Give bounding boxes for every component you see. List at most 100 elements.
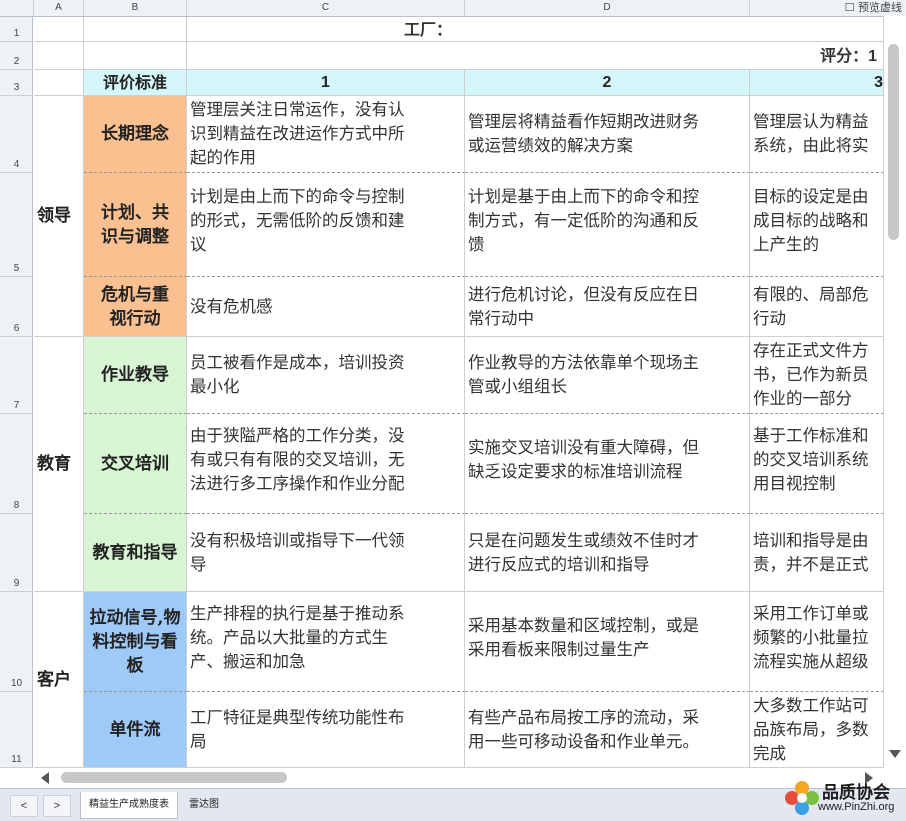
text-line: 或运营绩效的解决方案 (468, 136, 633, 155)
preview-dashes-label: 预览虚线 (858, 1, 902, 14)
criterion-cross-training-level-2[interactable]: 实施交叉培训没有重大障碍，但 缺乏设定要求的标准培训流程 (465, 414, 750, 514)
criterion-education-coaching-level-3[interactable]: 培训和指导是由 责，并不是正式 (750, 514, 884, 592)
text-line: 计划是基于由上而下的命令和控 (468, 187, 699, 206)
text-line: 缺乏设定要求的标准培训流程 (468, 461, 683, 481)
scroll-left-arrow-icon[interactable] (41, 772, 49, 784)
criterion-planning-level-1[interactable]: 计划是由上而下的命令与控制 的形式，无需低阶的反馈和建议 (187, 173, 465, 277)
criterion-education-coaching[interactable]: 教育和指导 (84, 514, 187, 592)
criterion-pull-signal-level-2[interactable]: 采用基本数量和区域控制，或是 采用看板来限制过量生产 (465, 592, 750, 692)
row-header-2[interactable]: 2 (0, 42, 33, 70)
column-header-c[interactable]: C (187, 0, 465, 16)
tab-radar-chart[interactable]: 雷达图 (181, 792, 227, 818)
scroll-down-arrow-icon[interactable] (889, 750, 901, 758)
row-header-5[interactable]: 5 (0, 173, 33, 277)
horizontal-scrollbar[interactable] (33, 768, 884, 788)
next-sheet-button[interactable]: > (43, 795, 71, 817)
criteria-header[interactable]: 评价标准 (84, 70, 187, 96)
text-line: 有限的、局部危 (753, 284, 869, 304)
criterion-crisis[interactable]: 危机与重视行动 (84, 277, 187, 337)
criterion-long-term-level-3[interactable]: 管理层认为精益 系统，由此将实 (750, 96, 884, 173)
criterion-job-instruction-level-3[interactable]: 存在正式文件方 书，已作为新员 作业的一部分 (750, 337, 884, 414)
row-header-9[interactable]: 9 (0, 514, 33, 592)
criterion-job-instruction-level-1[interactable]: 员工被看作是成本，培训投资 最小化 (187, 337, 465, 414)
text-line: 进行反应式的培训和指导 (468, 554, 650, 574)
criterion-planning-level-2[interactable]: 计划是基于由上而下的命令和控 制方式，有一定低阶的沟通和反馈 (465, 173, 750, 277)
text-line: 计划是由上而下的命令与控制 (190, 187, 405, 206)
criterion-job-instruction-level-2[interactable]: 作业教导的方法依靠单个现场主 管或小组组长 (465, 337, 750, 414)
cell-a1[interactable] (34, 17, 84, 42)
row-number: 5 (13, 263, 20, 274)
score-cell[interactable]: 评分：1 (187, 42, 884, 70)
select-all-corner[interactable] (0, 0, 34, 16)
criterion-crisis-level-1[interactable]: 没有危机感 (187, 277, 465, 337)
text-line: 馈 (468, 235, 485, 254)
text-line: 频繁的小批量拉 (753, 627, 869, 647)
row-header-3[interactable]: 3 (0, 70, 33, 96)
text-line: 书，已作为新员 (753, 365, 869, 384)
vertical-scroll-thumb[interactable] (888, 44, 899, 240)
criterion-planning[interactable]: 计划、共识与调整 (84, 173, 187, 277)
criterion-job-instruction[interactable]: 作业教导 (84, 337, 187, 414)
text-line: 培训和指导是由 (753, 530, 869, 550)
text-line: 常行动中 (468, 308, 534, 328)
criterion-education-coaching-level-1[interactable]: 没有积极培训或指导下一代领导 (187, 514, 465, 592)
page-preview-icon: ☐ (844, 1, 855, 14)
criterion-cross-training[interactable]: 交叉培训 (84, 414, 187, 514)
factory-cell[interactable]: 工厂： (187, 17, 884, 42)
category-education[interactable]: 教育 (34, 337, 84, 592)
criterion-one-piece-flow-level-1[interactable]: 工厂特征是典型传统功能性布局 (187, 692, 465, 768)
factory-label: 工厂： (404, 20, 453, 39)
row-header-8[interactable]: 8 (0, 414, 33, 514)
criterion-one-piece-flow[interactable]: 单件流 (84, 692, 187, 768)
row-header-10[interactable]: 10 (0, 592, 33, 692)
criterion-long-term-level-2[interactable]: 管理层将精益看作短期改进财务 或运营绩效的解决方案 (465, 96, 750, 173)
text-line: 存在正式文件方 (753, 341, 869, 360)
criterion-pull-signal-level-3[interactable]: 采用工作订单或 频繁的小批量拉 流程实施从超级 (750, 592, 884, 692)
text-line: 议 (190, 235, 207, 254)
criterion-crisis-level-3[interactable]: 有限的、局部危 行动 (750, 277, 884, 337)
text-line: 系统，由此将实 (753, 136, 869, 155)
criterion-long-term[interactable]: 长期理念 (84, 96, 187, 173)
row-header-1[interactable]: 1 (0, 17, 33, 42)
text-line: 行动 (753, 308, 786, 328)
prev-sheet-button[interactable]: < (10, 795, 38, 817)
vertical-scrollbar[interactable] (884, 16, 906, 768)
row-number: 1 (13, 28, 20, 39)
category-leadership[interactable]: 领导 (34, 96, 84, 337)
text-line: 识到精益在改进运作方式中所 (190, 124, 405, 143)
row-header-6[interactable]: 6 (0, 277, 33, 337)
criterion-one-piece-flow-level-2[interactable]: 有些产品布局按工序的流动，采 用一些可移动设备和作业单元。 (465, 692, 750, 768)
cell-a3[interactable] (34, 70, 84, 96)
cell-b1[interactable] (84, 17, 187, 42)
cell-a2[interactable] (34, 42, 84, 70)
tab-maturity-table[interactable]: 精益生产成熟度表 (80, 792, 178, 819)
criterion-crisis-level-2[interactable]: 进行危机讨论，但没有反应在日 常行动中 (465, 277, 750, 337)
horizontal-scroll-thumb[interactable] (61, 772, 287, 783)
text-line: 有或只有有限的交叉培训，无 (190, 449, 405, 469)
row-header-7[interactable]: 7 (0, 337, 33, 414)
criterion-pull-signal[interactable]: 拉动信号,物料控制与看板 (84, 592, 187, 692)
criterion-one-piece-flow-level-3[interactable]: 大多数工作站可 品族布局，多数 完成 (750, 692, 884, 768)
column-header-a[interactable]: A (34, 0, 84, 16)
row-header-4[interactable]: 4 (0, 96, 33, 173)
criterion-education-coaching-level-2[interactable]: 只是在问题发生或绩效不佳时才 进行反应式的培训和指导 (465, 514, 750, 592)
row-header-11[interactable]: 11 (0, 692, 33, 768)
text-line: 实施交叉培训没有重大障碍，但 (468, 437, 699, 457)
category-customer[interactable]: 客户 (34, 592, 84, 768)
level-3-header[interactable]: 3 (750, 70, 884, 96)
criterion-pull-signal-level-1[interactable]: 生产排程的执行是基于推动系 统。产品以大批量的方式生 产、搬运和加急 (187, 592, 465, 692)
criterion-long-term-level-1[interactable]: 管理层关注日常运作，没有认 识到精益在改进运作方式中所 起的作用 (187, 96, 465, 173)
row-number: 4 (13, 159, 20, 170)
criterion-cross-training-level-1[interactable]: 由于狭隘严格的工作分类，没 有或只有有限的交叉培训，无 法进行多工序操作和作业分配 (187, 414, 465, 514)
criterion-cross-training-level-3[interactable]: 基于工作标准和 的交叉培训系统 用目视控制 (750, 414, 884, 514)
level-2-header[interactable]: 2 (465, 70, 750, 96)
level-1-header[interactable]: 1 (187, 70, 465, 96)
column-header-b[interactable]: B (84, 0, 187, 16)
text-line: 生产排程的执行是基于推动系 (190, 603, 405, 623)
preview-dashes-toggle[interactable]: ☐ 预览虚线 (845, 0, 902, 16)
text-line: 没有积极培训或指导下一代领 (190, 530, 405, 550)
criterion-planning-level-3[interactable]: 目标的设定是由 成目标的战略和 上产生的 (750, 173, 884, 277)
text-line: 有些产品布局按工序的流动，采 (468, 707, 699, 727)
cell-b2[interactable] (84, 42, 187, 70)
column-header-d[interactable]: D (465, 0, 750, 16)
